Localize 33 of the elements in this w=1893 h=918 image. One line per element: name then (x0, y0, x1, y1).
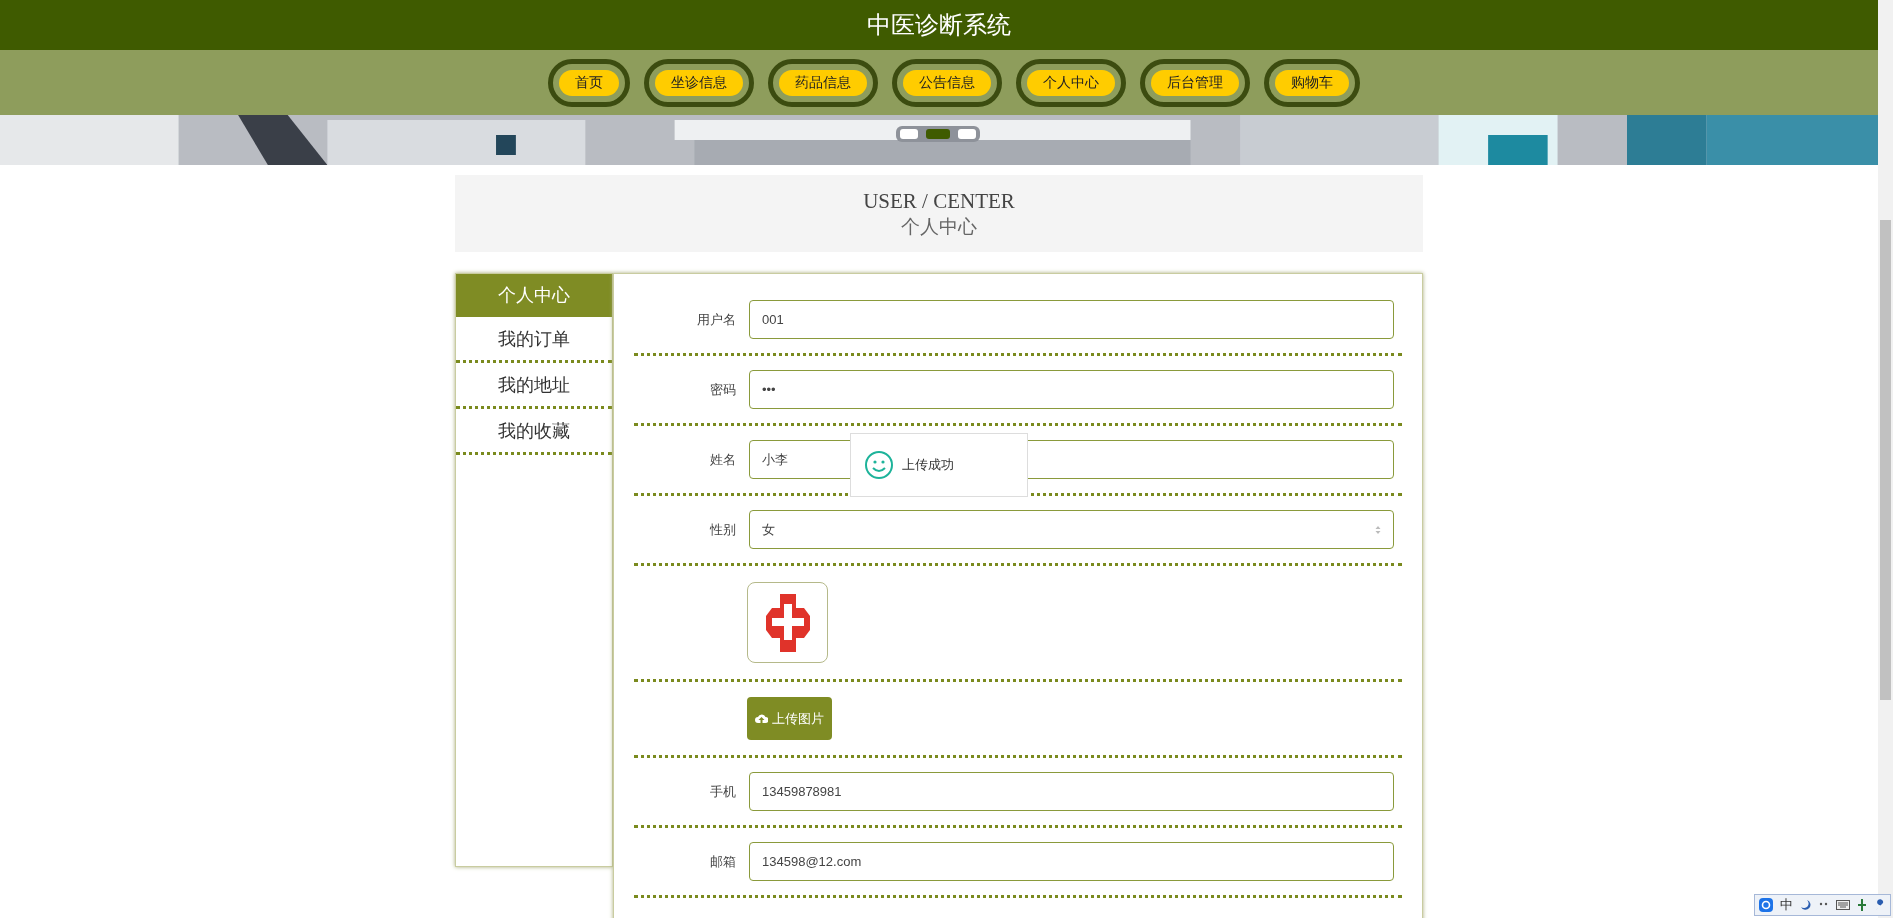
site-title: 中医诊断系统 (867, 10, 1011, 40)
text-field[interactable]: 13459878981 (749, 772, 1394, 811)
section-title-chinese: 个人中心 (901, 214, 977, 239)
password-field[interactable]: ••• (749, 370, 1394, 409)
nav-tab[interactable]: 首页 (559, 69, 619, 96)
nav-tab[interactable]: 坐诊信息 (655, 69, 743, 96)
nav-tab[interactable]: 购物车 (1275, 69, 1349, 96)
text-field[interactable]: 001 (749, 300, 1394, 339)
cloud-upload-icon (755, 713, 768, 724)
sidebar-item[interactable]: 个人中心 (456, 274, 612, 317)
tool-icon[interactable] (1857, 899, 1867, 911)
text-field[interactable]: 134598@12.com (749, 842, 1394, 881)
input-mode-indicator[interactable]: 中 (1780, 895, 1793, 915)
toast-message: 上传成功 (850, 433, 1028, 497)
field-label: 性别 (709, 520, 736, 539)
gender-select[interactable]: 女 (749, 510, 1394, 549)
field-label: 手机 (709, 782, 736, 801)
dropdown-arrows-icon (1375, 524, 1381, 535)
section-title-english: USER / CENTER (863, 187, 1015, 214)
moon-icon[interactable] (1800, 899, 1812, 911)
q-logo-icon (1759, 898, 1773, 912)
nav-tab[interactable]: 药品信息 (779, 69, 867, 96)
field-label: 姓名 (709, 450, 736, 469)
upload-image-button[interactable]: 上传图片 (747, 697, 832, 740)
smiley-icon (864, 450, 894, 480)
nav-tab[interactable]: 后台管理 (1151, 69, 1239, 96)
nav-tab[interactable]: 公告信息 (903, 69, 991, 96)
field-label: 密码 (709, 380, 736, 399)
nav-tab[interactable]: 个人中心 (1027, 69, 1115, 96)
field-label: 邮箱 (709, 852, 736, 871)
field-label: 用户名 (696, 310, 736, 329)
scrollbar[interactable] (1878, 0, 1893, 918)
keyboard-icon[interactable] (1836, 900, 1850, 910)
